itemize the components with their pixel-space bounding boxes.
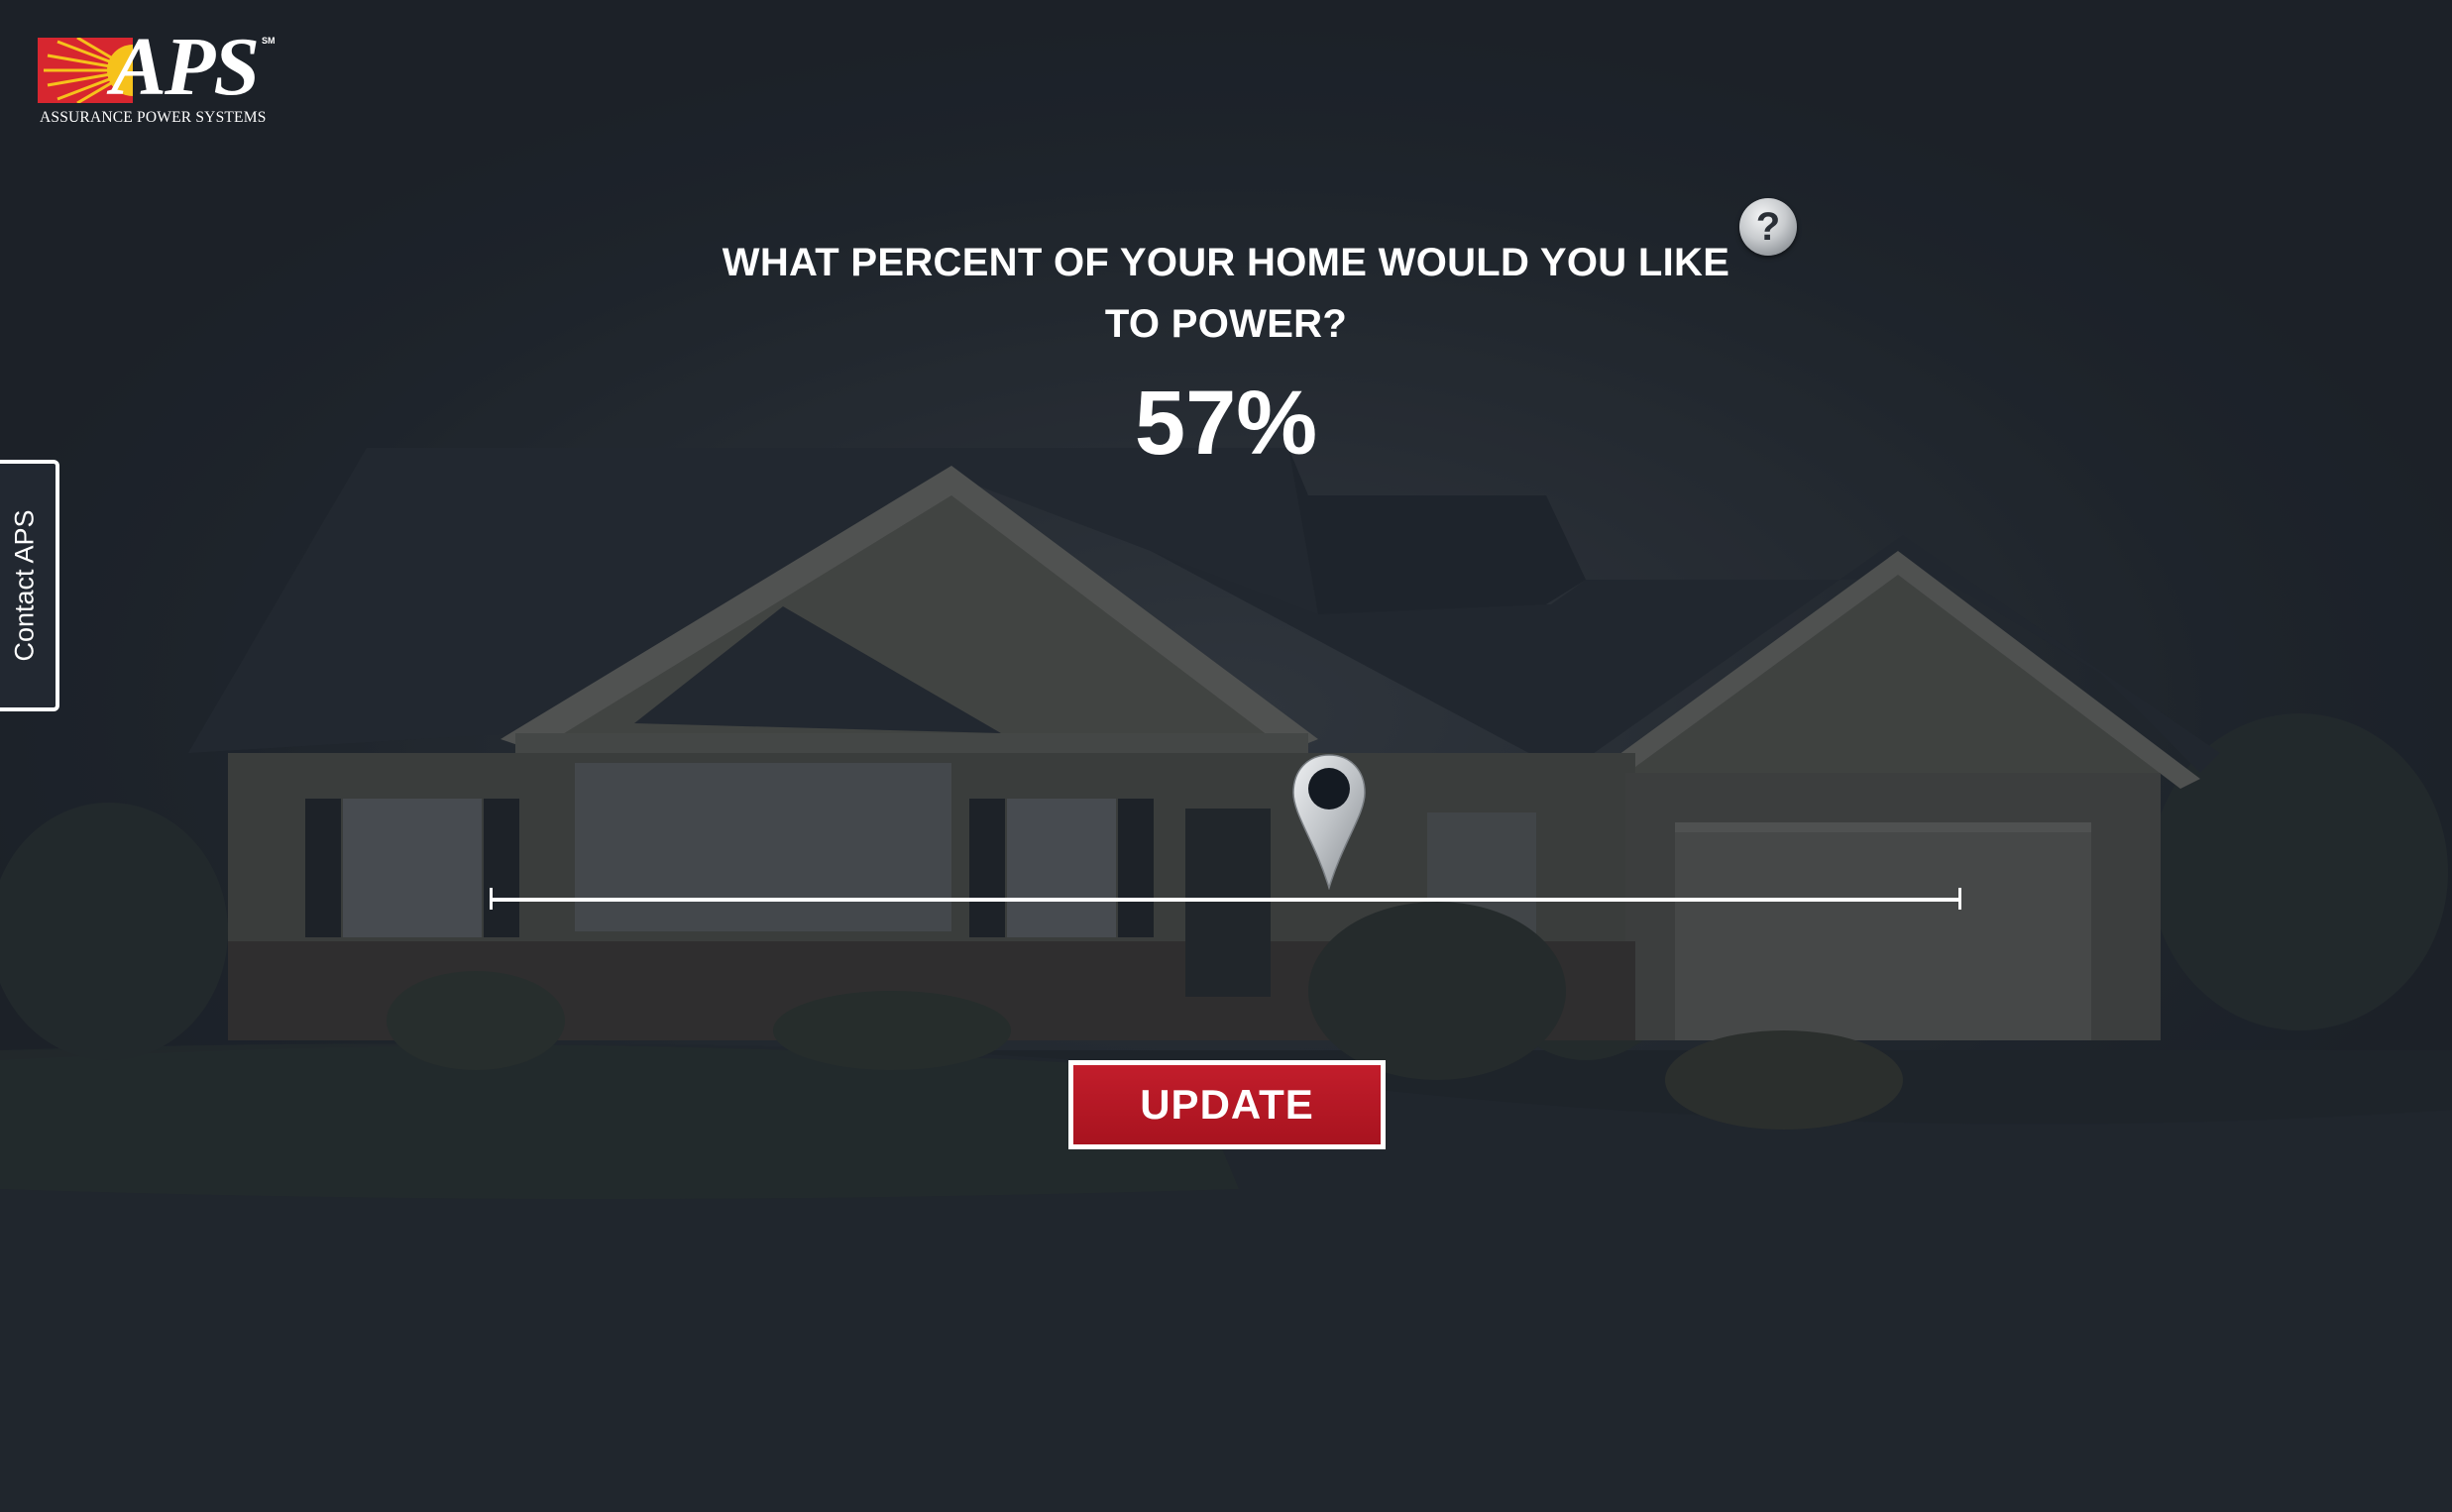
power-percent-slider-track[interactable] [492,898,1960,902]
question-heading: WHAT PERCENT OF YOUR HOME WOULD YOU LIKE… [674,232,1778,355]
percent-value: 57% [1134,373,1318,474]
contact-aps-label: Contact APS [9,509,40,662]
logo-tagline: ASSURANCE POWER SYSTEMS [40,109,267,126]
house-background-image [0,0,2452,1512]
help-icon[interactable]: ? [1739,198,1797,256]
logo-wordmark: APS [111,21,260,113]
question-line-1: WHAT PERCENT OF YOUR HOME WOULD YOU LIKE [722,241,1730,284]
slider-handle-pin-icon[interactable] [1291,753,1367,890]
contact-aps-tab[interactable]: Contact APS [0,460,59,711]
question-line-2: TO POWER? [1104,302,1348,346]
service-mark: SM [262,36,276,46]
update-button[interactable]: UPDATE [1068,1060,1386,1149]
slider-end-cap [1958,888,1961,910]
aps-logo: APS SM ASSURANCE POWER SYSTEMS [38,26,285,127]
app-screen: APS SM ASSURANCE POWER SYSTEMS Contact A… [0,0,2452,1512]
